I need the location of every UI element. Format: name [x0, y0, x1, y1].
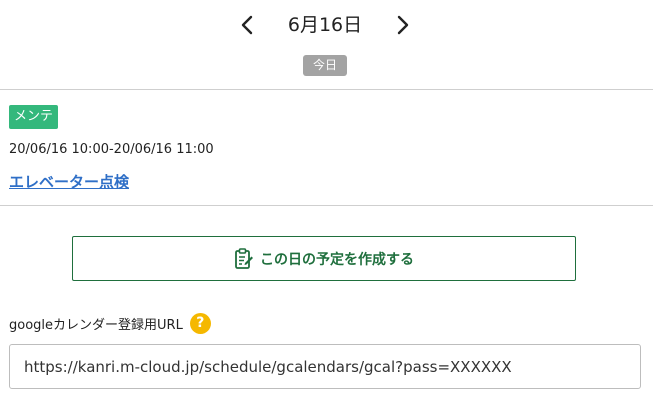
create-event-button[interactable]: この日の予定を作成する: [72, 236, 576, 281]
next-day-button[interactable]: [388, 10, 418, 40]
question-icon[interactable]: ?: [189, 312, 211, 334]
calendar-url-field[interactable]: [9, 344, 641, 389]
create-event-label: この日の予定を作成する: [260, 251, 414, 268]
prev-day-button[interactable]: [232, 10, 262, 40]
schedule-day-view: 6月16日 今日 メンテ 20/06/16 10:00-20/06/16 11:…: [0, 0, 653, 420]
event-category-badge: メンテ: [9, 105, 59, 129]
chevron-right-icon: [397, 15, 409, 35]
event-title-link[interactable]: エレベーター点検: [9, 171, 129, 192]
event-time-range: 20/06/16 10:00-20/06/16 11:00: [9, 142, 214, 157]
date-navigation: 6月16日: [0, 0, 653, 50]
clipboard-edit-icon: [234, 247, 254, 270]
current-date: 6月16日: [287, 14, 363, 36]
event-item: メンテ 20/06/16 10:00-20/06/16 11:00 エレベーター…: [0, 90, 653, 205]
chevron-left-icon: [241, 15, 253, 35]
calendar-url-label-row: googleカレンダー登録用URL ?: [9, 312, 211, 334]
today-button[interactable]: 今日: [303, 55, 347, 76]
divider: [0, 205, 653, 206]
calendar-url-label: googleカレンダー登録用URL: [9, 317, 183, 333]
